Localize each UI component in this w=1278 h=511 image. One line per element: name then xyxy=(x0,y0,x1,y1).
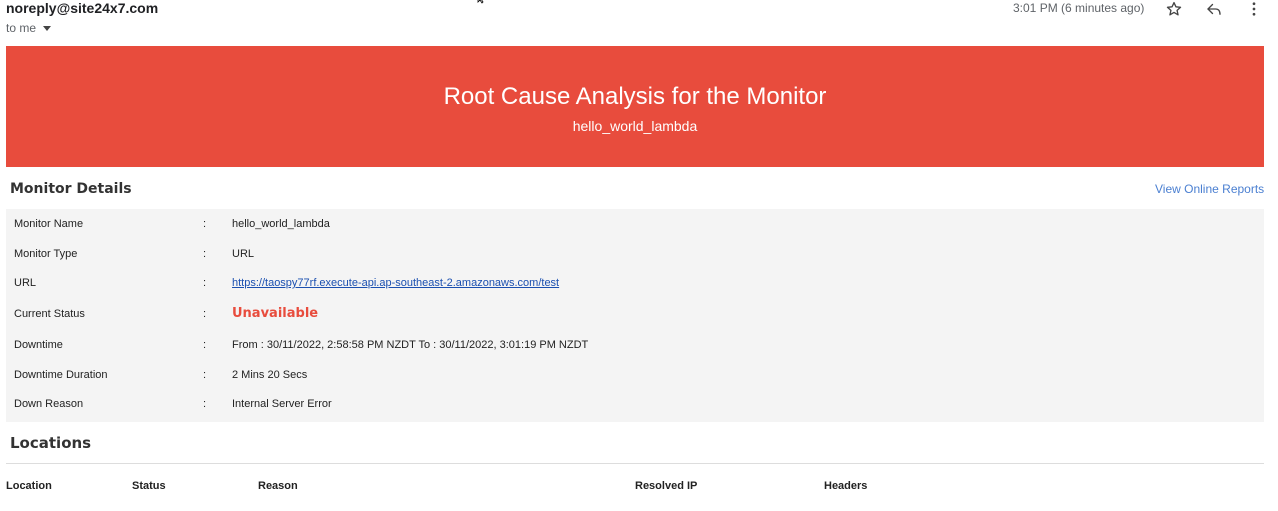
detail-row-url: URL : https://taospy77rf.execute-api.ap-… xyxy=(6,273,1264,295)
detail-separator: : xyxy=(203,248,207,260)
column-header-reason: Reason xyxy=(258,480,298,492)
detail-separator: : xyxy=(203,308,207,320)
banner-monitor-name: hello_world_lambda xyxy=(572,118,698,134)
recipient-details-toggle[interactable]: to me xyxy=(6,21,52,35)
detail-separator: : xyxy=(203,277,207,289)
detail-label: Monitor Name xyxy=(14,218,84,230)
email-timestamp: 3:01 PM (6 minutes ago) xyxy=(1013,1,1145,15)
column-header-headers: Headers xyxy=(824,480,868,492)
detail-value: 2 Mins 20 Secs xyxy=(232,369,308,381)
detail-label: Downtime xyxy=(14,339,63,351)
detail-row-current-status: Current Status : Unavailable xyxy=(6,304,1264,326)
monitor-details-heading: Monitor Details xyxy=(10,181,132,197)
mouse-cursor-icon xyxy=(477,0,484,4)
column-header-resolved-ip: Resolved IP xyxy=(635,480,698,492)
detail-row-downtime: Downtime : From : 30/11/2022, 2:58:58 PM… xyxy=(6,335,1264,357)
banner-title: Root Cause Analysis for the Monitor xyxy=(443,83,827,110)
more-vert-icon[interactable] xyxy=(1244,0,1264,18)
rca-banner: Root Cause Analysis for the Monitor hell… xyxy=(6,46,1264,167)
star-icon[interactable] xyxy=(1164,0,1184,18)
detail-separator: : xyxy=(203,339,207,351)
detail-separator: : xyxy=(203,398,207,410)
sender-address[interactable]: noreply@site24x7.com xyxy=(6,0,158,16)
monitor-url-link[interactable]: https://taospy77rf.execute-api.ap-southe… xyxy=(232,277,559,289)
detail-row-downtime-duration: Downtime Duration : 2 Mins 20 Secs xyxy=(6,365,1264,387)
email-header: noreply@site24x7.com to me 3:01 PM (6 mi… xyxy=(0,0,1278,40)
locations-heading: Locations xyxy=(10,434,92,452)
recipient-label: to me xyxy=(6,21,37,35)
detail-row-down-reason: Down Reason : Internal Server Error xyxy=(6,394,1264,416)
detail-value: URL xyxy=(232,248,255,260)
reply-icon[interactable] xyxy=(1204,0,1224,18)
detail-label: Current Status xyxy=(14,308,85,320)
detail-value: hello_world_lambda xyxy=(232,218,330,230)
detail-row-monitor-name: Monitor Name : hello_world_lambda xyxy=(6,214,1264,236)
detail-separator: : xyxy=(203,369,207,381)
detail-label: Downtime Duration xyxy=(14,369,108,381)
column-header-location: Location xyxy=(6,480,52,492)
detail-value: From : 30/11/2022, 2:58:58 PM NZDT To : … xyxy=(232,339,589,351)
detail-value: Internal Server Error xyxy=(232,398,332,410)
detail-label: URL xyxy=(14,277,37,289)
status-badge: Unavailable xyxy=(232,306,319,321)
monitor-details-table: Monitor Name : hello_world_lambda Monito… xyxy=(6,209,1264,422)
detail-row-monitor-type: Monitor Type : URL xyxy=(6,244,1264,266)
view-online-reports-link[interactable]: View Online Reports xyxy=(1155,182,1264,196)
detail-label: Down Reason xyxy=(14,398,84,410)
divider xyxy=(6,463,1264,464)
caret-down-icon[interactable] xyxy=(43,26,52,31)
detail-separator: : xyxy=(203,218,207,230)
column-header-status: Status xyxy=(132,480,166,492)
detail-label: Monitor Type xyxy=(14,248,78,260)
